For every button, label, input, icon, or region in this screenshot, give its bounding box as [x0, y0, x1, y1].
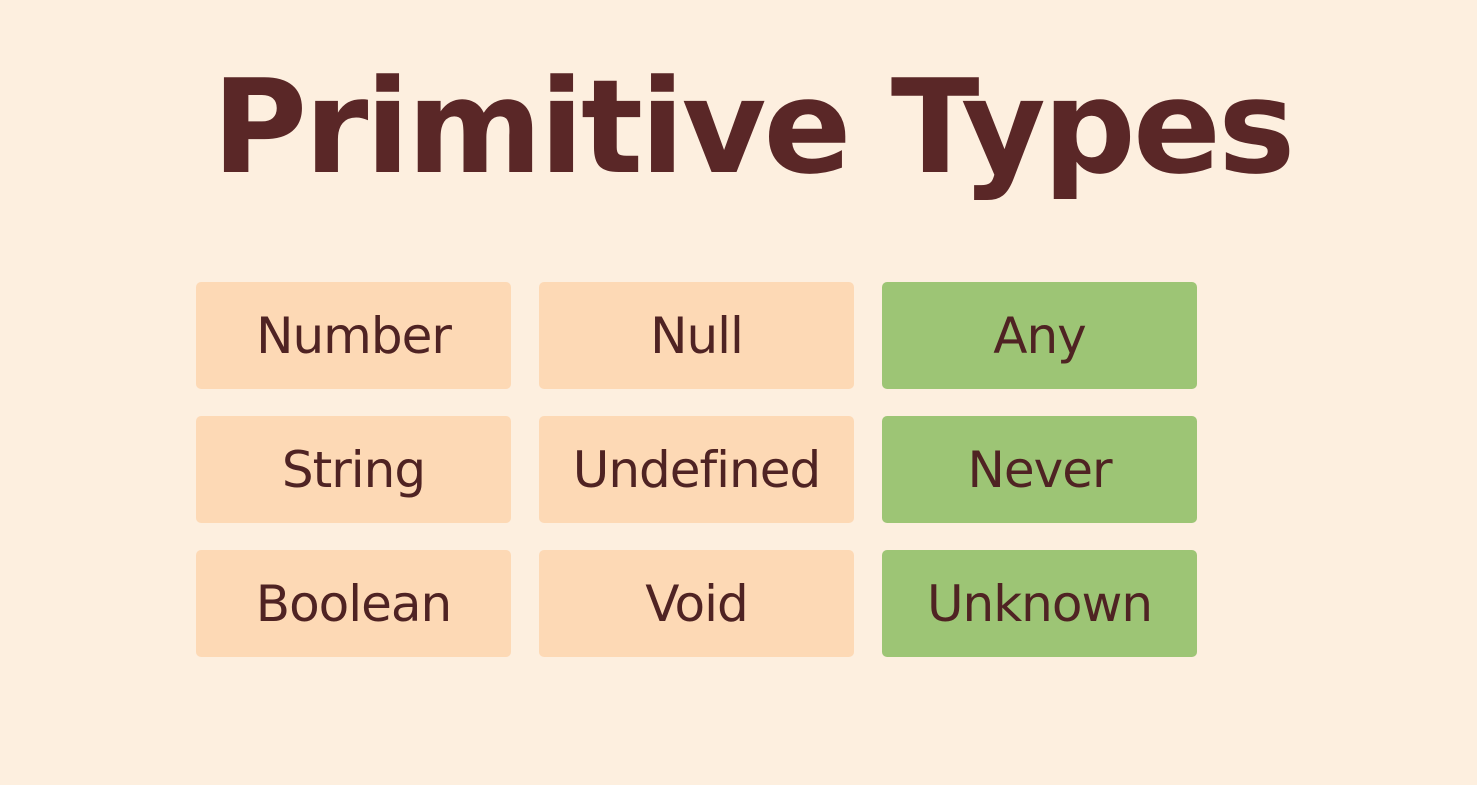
type-box-boolean: Boolean: [196, 550, 511, 657]
slide: Primitive Types Number String Boolean Nu…: [0, 0, 1477, 785]
type-box-string: String: [196, 416, 511, 523]
type-box-never: Never: [882, 416, 1197, 523]
type-box-any: Any: [882, 282, 1197, 389]
slide-title: Primitive Types: [212, 51, 1295, 203]
type-box-null: Null: [539, 282, 854, 389]
types-grid: Number String Boolean Null Undefined Voi…: [196, 282, 1197, 657]
type-box-void: Void: [539, 550, 854, 657]
type-box-undefined: Undefined: [539, 416, 854, 523]
type-box-unknown: Unknown: [882, 550, 1197, 657]
type-box-number: Number: [196, 282, 511, 389]
